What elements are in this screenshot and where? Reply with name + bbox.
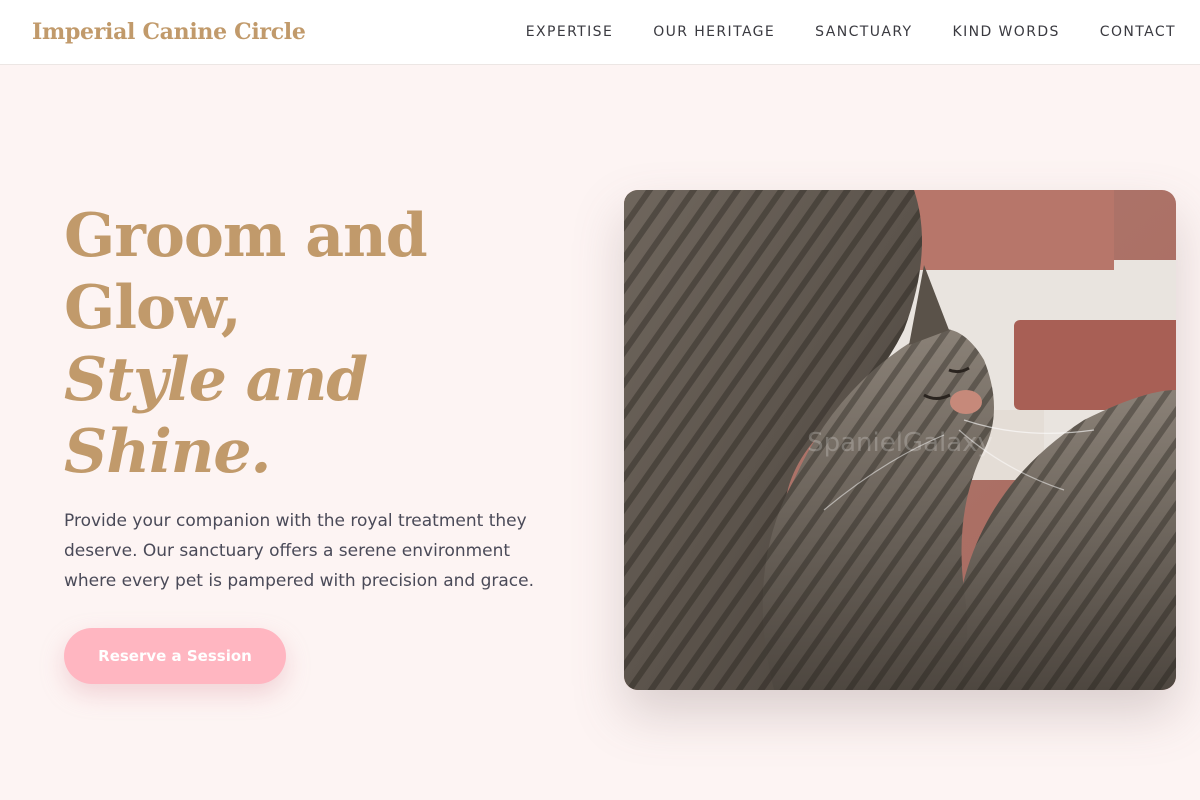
cats-photo-illustration — [624, 190, 1176, 690]
hero-description: Provide your companion with the royal tr… — [64, 511, 534, 591]
brand-logo[interactable]: Imperial Canine Circle — [32, 19, 306, 45]
nav-link-kind-words[interactable]: KIND WORDS — [953, 24, 1060, 40]
headline-line-2: Glow, — [64, 273, 242, 343]
nav-link-expertise[interactable]: EXPERTISE — [526, 24, 613, 40]
nav-link-contact[interactable]: CONTACT — [1100, 24, 1176, 40]
main-nav: EXPERTISE OUR HERITAGE SANCTUARY KIND WO… — [526, 24, 1176, 40]
hero-headline: Groom and Glow, Style and Shine. — [64, 200, 564, 488]
hero-photo-cats: SpanielGalaxy — [624, 190, 1176, 690]
headline-line-4: Shine. — [64, 417, 271, 487]
headline-line-3: Style and — [64, 345, 368, 415]
headline-line-1: Groom and — [64, 201, 428, 271]
nav-link-sanctuary[interactable]: SANCTUARY — [815, 24, 912, 40]
reserve-session-button[interactable]: Reserve a Session — [64, 628, 286, 684]
hero-text-section: Groom and Glow, Style and Shine. Provide… — [64, 200, 564, 684]
top-navigation-bar: Imperial Canine Circle EXPERTISE OUR HER… — [0, 0, 1200, 65]
nav-link-our-heritage[interactable]: OUR HERITAGE — [653, 24, 775, 40]
